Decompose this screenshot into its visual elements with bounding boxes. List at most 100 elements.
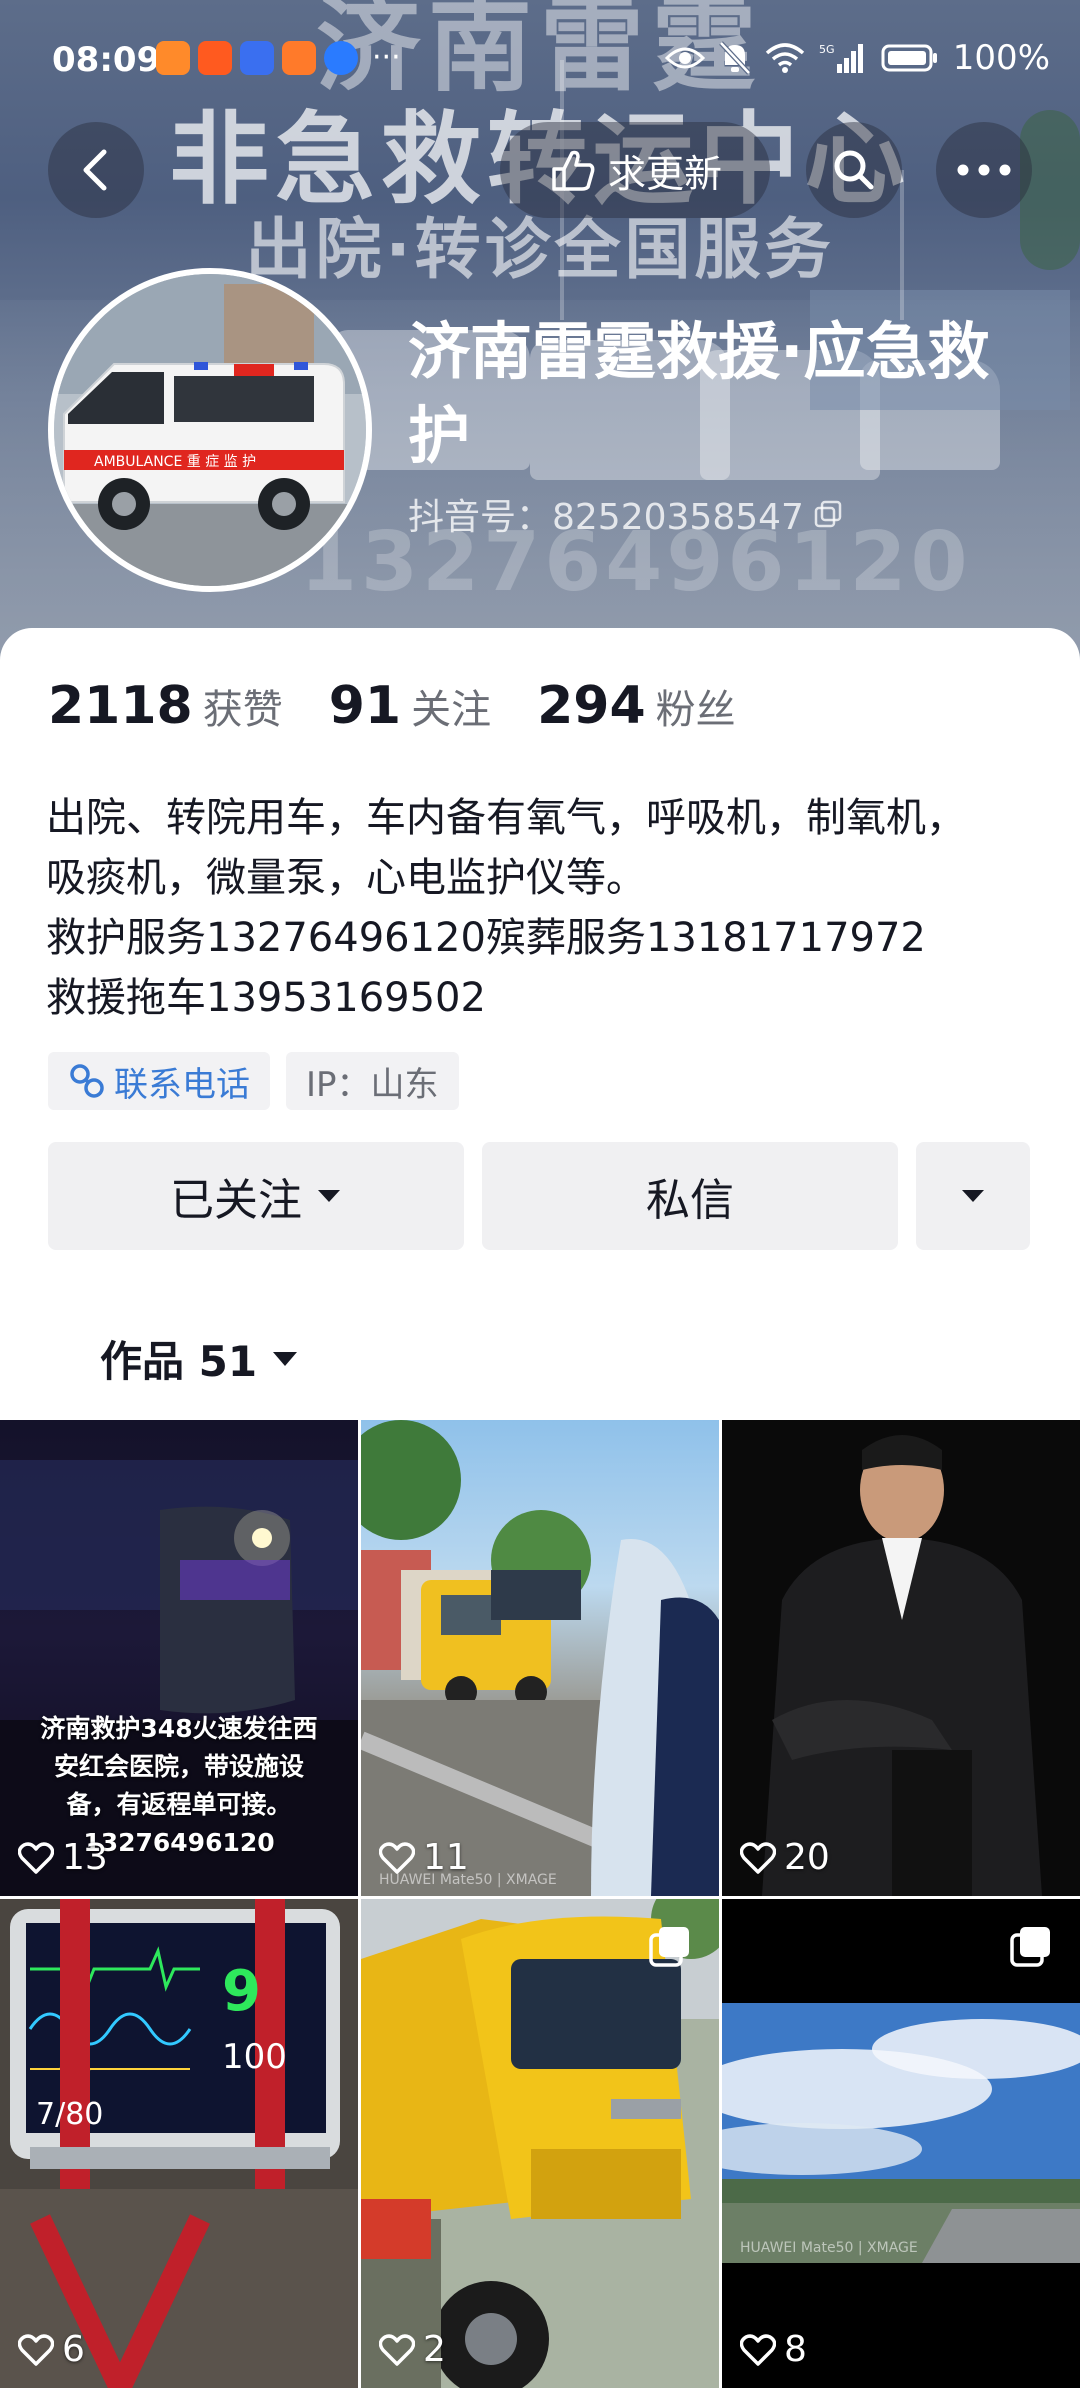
stat-followers-label: 粉丝	[655, 687, 736, 733]
video-thumbnail[interactable]: HUAWEI Mate50 | XMAGE 11	[361, 1420, 719, 1896]
more-dots-icon	[957, 164, 1011, 176]
svg-text:5G: 5G	[819, 43, 835, 56]
like-count-value: 8	[784, 2329, 807, 2370]
status-bar: 08:09 ··· 5G 100%	[0, 0, 1080, 118]
stat-following-label: 关注	[411, 687, 492, 733]
caret-down-icon	[273, 1351, 298, 1366]
stats-row: 2118 获赞 91 关注 294 粉丝	[48, 676, 736, 736]
baidu-icon	[240, 40, 274, 75]
tab-works[interactable]: 作品 51	[100, 1328, 299, 1389]
hand-point-icon	[552, 150, 595, 191]
taobao-icon	[198, 40, 232, 75]
search-icon	[834, 150, 874, 190]
heart-icon	[740, 1841, 776, 1874]
like-count: 20	[740, 1837, 830, 1878]
like-count-value: 13	[62, 1837, 108, 1878]
profile-chips: 联系电话 IP：山东	[48, 1052, 459, 1110]
thumbnail-image	[722, 1899, 1080, 2388]
like-count: 2	[379, 2329, 446, 2370]
like-count: 6	[18, 2329, 85, 2370]
contact-phone-label: 联系电话	[114, 1064, 250, 1105]
video-thumbnail[interactable]: 2	[361, 1899, 719, 2388]
monitor-heart-rate: 9	[222, 1959, 261, 2024]
stat-following[interactable]: 91 关注	[329, 676, 491, 736]
request-update-button[interactable]: 求更新	[500, 122, 770, 218]
stat-likes[interactable]: 2118 获赞	[48, 676, 283, 736]
caption-line: 安红会医院，带设施设	[53, 1752, 304, 1781]
heart-icon	[18, 2333, 54, 2366]
profile-header: 济南雷霆 非急救转运中心 出院·转诊全国服务 13276496120 08:09…	[0, 0, 1080, 660]
more-options-button[interactable]	[916, 1142, 1030, 1250]
status-app-icons: ···	[156, 40, 401, 75]
caret-down-icon	[962, 1190, 984, 1202]
multi-image-icon	[649, 1927, 689, 1967]
like-count: 11	[379, 1837, 469, 1878]
caret-down-icon	[318, 1190, 340, 1202]
status-more: ···	[372, 40, 401, 75]
followed-label: 已关注	[170, 1175, 302, 1226]
battery-icon	[881, 44, 937, 72]
copy-icon[interactable]	[814, 500, 842, 528]
camera-watermark: HUAWEI Mate50 | XMAGE	[740, 2240, 918, 2256]
action-buttons: 已关注 私信	[48, 1142, 1030, 1250]
like-count: 8	[740, 2329, 807, 2370]
bio-line: 吸痰机，微量泵，心电监护仪等。	[46, 855, 646, 901]
thumbnail-image	[361, 1899, 719, 2388]
video-grid: 济南救护348火速发往西 安红会医院，带设施设 备，有返程单可接。 132764…	[0, 1420, 1080, 2388]
message-label: 私信	[646, 1175, 734, 1226]
back-arrow-icon	[83, 149, 107, 191]
message-button[interactable]: 私信	[482, 1142, 898, 1250]
tab-works-label: 作品 51	[100, 1337, 258, 1386]
stat-followers-num: 294	[537, 676, 646, 736]
video-thumbnail[interactable]: 9 100 7/80 6	[0, 1899, 358, 2388]
avatar-van-text: AMBULANCE 重 症 监 护	[94, 454, 256, 470]
app-notification-icon	[156, 40, 190, 75]
douyin-id[interactable]: 抖音号：82520358547	[408, 488, 842, 540]
eye-icon	[664, 47, 705, 69]
request-update-label: 求更新	[607, 151, 722, 196]
like-count: 13	[18, 1837, 108, 1878]
weibo-icon	[282, 40, 316, 75]
bio-line: 救援拖车13953169502	[46, 975, 486, 1021]
thumbnail-image	[0, 1899, 358, 2388]
like-count-value: 11	[423, 1837, 469, 1878]
stat-following-num: 91	[328, 676, 402, 736]
contact-phone-chip[interactable]: 联系电话	[48, 1052, 270, 1110]
bio-line: 出院、转院用车，车内备有氧气，呼吸机，制氧机，	[46, 795, 966, 841]
thumbnail-image	[762, 1435, 1042, 1896]
caption-line: 备，有返程单可接。	[66, 1790, 292, 1819]
stat-likes-label: 获赞	[202, 687, 283, 733]
video-thumbnail[interactable]: 20	[722, 1420, 1080, 1896]
like-count-value: 6	[62, 2329, 85, 2370]
status-time: 08:09	[52, 40, 161, 80]
battery-percent: 100%	[952, 38, 1050, 78]
monitor-spo2: 100	[222, 2037, 287, 2077]
heart-icon	[18, 1841, 54, 1874]
thumbnail-image	[361, 1420, 719, 1896]
like-count-value: 20	[784, 1837, 830, 1878]
avatar[interactable]: AMBULANCE 重 症 监 护	[48, 268, 372, 592]
caption-line: 济南救护348火速发往西	[40, 1714, 318, 1743]
multi-image-icon	[1010, 1927, 1050, 1967]
bio-line: 救护服务13276496120殡葬服务13181717972	[46, 915, 926, 961]
monitor-blood-pressure: 7/80	[36, 2097, 104, 2132]
ip-location-label: IP：山东	[306, 1064, 439, 1105]
heart-icon	[379, 2333, 415, 2366]
back-button[interactable]	[48, 122, 144, 218]
video-thumbnail[interactable]: HUAWEI Mate50 | XMAGE 8	[722, 1899, 1080, 2388]
status-right: 5G 100%	[664, 38, 1050, 78]
heart-icon	[740, 2333, 776, 2366]
search-button[interactable]	[806, 122, 902, 218]
stat-likes-num: 2118	[48, 676, 193, 736]
profile-info-sheet: 2118 获赞 91 关注 294 粉丝 出院、转院用车，车内备有氧气，呼吸机，制氧机…	[0, 628, 1080, 1428]
more-button[interactable]	[936, 122, 1032, 218]
followed-button[interactable]: 已关注	[48, 1142, 464, 1250]
ambulance-avatar-image: AMBULANCE 重 症 监 护	[54, 274, 366, 586]
app-icon-8	[324, 40, 358, 75]
link-phone-icon	[70, 1064, 104, 1098]
video-thumbnail[interactable]: 济南救护348火速发往西 安红会医院，带设施设 备，有返程单可接。 132764…	[0, 1420, 358, 1896]
like-count-value: 2	[423, 2329, 446, 2370]
signal-5g-icon: 5G	[819, 43, 863, 73]
mute-bell-icon	[718, 41, 751, 75]
stat-followers[interactable]: 294 粉丝	[537, 676, 736, 736]
